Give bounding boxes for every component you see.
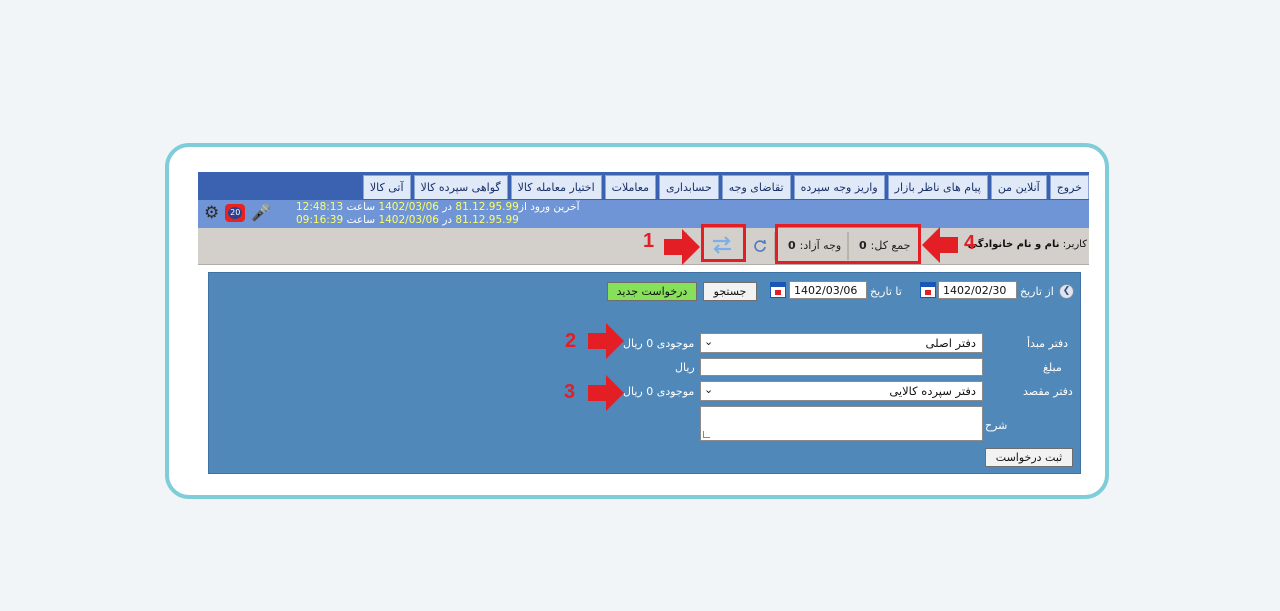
main-menu: آتی کالا گواهی سپرده کالا اختیار معامله … <box>360 175 1089 200</box>
info-bar: آخرین ورود از81.12.95.99 در 1402/03/06 س… <box>198 200 1089 228</box>
amount-input[interactable] <box>700 358 983 376</box>
app-window: آتی کالا گواهی سپرده کالا اختیار معامله … <box>198 172 1089 479</box>
amount-label: مبلغ <box>1043 361 1062 374</box>
destination-office-select[interactable]: دفتر سپرده کالایی ⌄ <box>700 381 983 401</box>
menu-item-futures[interactable]: آتی کالا <box>362 175 411 199</box>
user-label: کاربر: <box>1062 239 1087 250</box>
calendar-icon[interactable] <box>770 282 786 298</box>
source-balance: موجودی 0 ریال <box>623 337 695 350</box>
current-login-time-label: ساعت <box>346 214 376 226</box>
menu-item-commodity-deposit-certificate[interactable]: گواهی سپرده کالا <box>413 175 508 199</box>
current-login-time: 09:16:39 <box>296 214 344 226</box>
destination-office-value: دفتر سپرده کالایی <box>889 384 976 398</box>
last-login-ip: 81.12.95.99 <box>455 201 519 213</box>
destination-office-label: دفتر مقصد <box>1023 385 1073 398</box>
search-button[interactable]: جستجو <box>703 282 757 301</box>
new-request-button[interactable]: درخواست جدید <box>607 282 697 301</box>
menu-item-commodity-options[interactable]: اختیار معامله کالا <box>510 175 602 199</box>
last-login-date: 1402/03/06 <box>378 201 439 213</box>
menu-item-accounting[interactable]: حسابداری <box>659 175 719 199</box>
description-label: شرح <box>985 419 1008 432</box>
megaphone-icon[interactable]: 🎤 <box>251 205 271 221</box>
collapse-arrow-icon[interactable]: ❮ <box>1059 284 1074 299</box>
current-login-ip: 81.12.95.99 <box>455 214 519 226</box>
menu-item-fund-request[interactable]: تقاضای وجه <box>721 175 791 199</box>
description-textarea[interactable] <box>700 406 983 441</box>
from-date-label: از تاریخ <box>1020 285 1054 298</box>
from-date-input[interactable] <box>938 281 1017 299</box>
last-login-in: در <box>442 201 453 213</box>
callout-arrow-1 <box>664 229 700 265</box>
menu-item-logout[interactable]: خروج <box>1049 175 1089 199</box>
current-login-line: 81.12.95.99 در 1402/03/06 ساعت 09:16:39 <box>296 214 519 226</box>
user-name: نام و نام خانوادگی <box>967 239 1060 250</box>
highlight-box-balances <box>775 224 921 264</box>
callout-number-1: 1 <box>643 230 655 252</box>
to-date-label: تا تاریخ <box>870 285 902 298</box>
calendar-icon[interactable] <box>920 282 936 298</box>
notification-badge[interactable]: 20 <box>225 204 246 222</box>
current-login-date: 1402/03/06 <box>378 214 439 226</box>
callout-arrow-4 <box>922 227 958 263</box>
to-date-input[interactable] <box>789 281 867 299</box>
callout-number-4: 4 <box>964 232 976 254</box>
menu-item-supervisor-messages[interactable]: پیام های ناظر بازار <box>887 175 988 199</box>
callout-arrow-2 <box>588 323 624 359</box>
callout-number-2: 2 <box>565 330 577 352</box>
refresh-icon[interactable] <box>753 239 767 253</box>
gear-icon[interactable]: ⚙ <box>204 204 219 222</box>
current-login-in: در <box>442 214 453 226</box>
last-login-time-label: ساعت <box>346 201 376 213</box>
last-login-time: 12:48:13 <box>296 201 344 213</box>
submit-request-button[interactable]: ثبت درخواست <box>985 448 1073 467</box>
callout-number-3: 3 <box>564 381 576 403</box>
menu-bar: آتی کالا گواهی سپرده کالا اختیار معامله … <box>198 172 1089 200</box>
source-office-value: دفتر اصلی <box>925 336 976 350</box>
source-office-label: دفتر مبدأ <box>1027 337 1069 350</box>
amount-unit: ریال <box>675 361 695 374</box>
last-login-line: آخرین ورود از81.12.95.99 در 1402/03/06 س… <box>296 201 580 213</box>
menu-item-deposit-payment[interactable]: واریز وجه سپرده <box>793 175 885 199</box>
chevron-down-icon: ⌄ <box>704 383 714 396</box>
last-login-prefix: آخرین ورود از <box>518 201 580 213</box>
user-info: کاربر: نام و نام خانوادگی <box>968 239 1087 250</box>
destination-balance: موجودی 0 ریال <box>623 385 695 398</box>
chevron-down-icon: ⌄ <box>704 335 714 348</box>
transfer-panel: ❮ از تاریخ تا تاریخ جستجو درخواست جدید د… <box>208 272 1081 474</box>
menu-item-my-online[interactable]: آنلاین من <box>990 175 1047 199</box>
source-office-select[interactable]: دفتر اصلی ⌄ <box>700 333 983 353</box>
notification-count: 20 <box>228 207 243 219</box>
callout-arrow-3 <box>588 375 624 411</box>
menu-item-trades[interactable]: معاملات <box>604 175 656 199</box>
highlight-box-transfer <box>701 224 746 262</box>
toolbar-icons: ⚙ 20 🎤 <box>204 202 271 224</box>
